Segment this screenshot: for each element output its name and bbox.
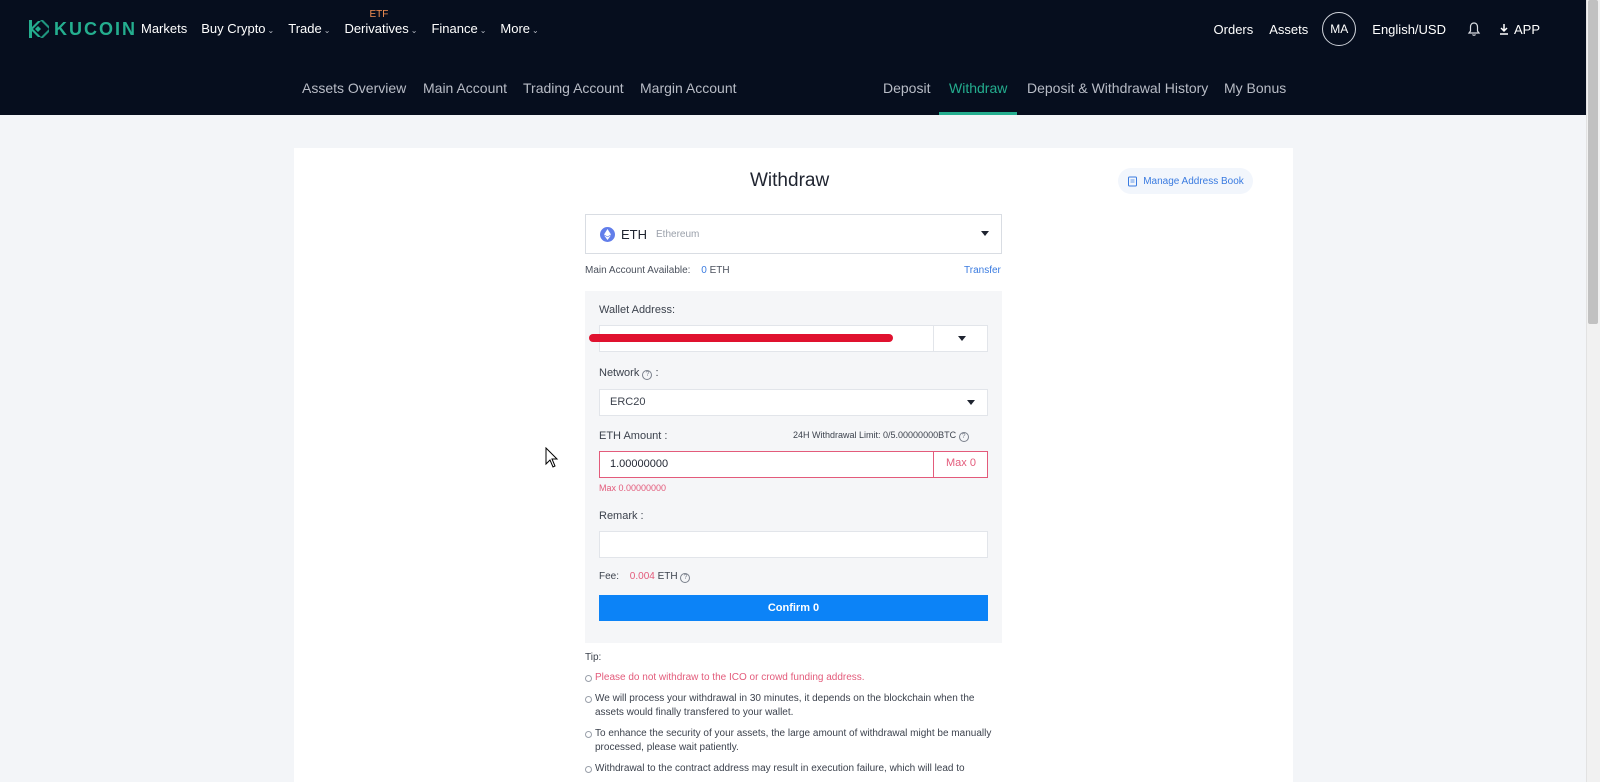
wallet-address-label: Wallet Address: [599, 304, 676, 316]
available-balance: Main Account Available: 0 ETH [585, 265, 730, 276]
transfer-link[interactable]: Transfer [964, 265, 1001, 276]
nav-more[interactable]: More ⌄ [500, 21, 538, 36]
tip-item: Please do not withdraw to the ICO or cro… [585, 671, 1005, 685]
available-label: Main Account Available: [585, 265, 691, 276]
nav-buy-crypto-label: Buy Crypto [201, 21, 266, 36]
app-label: APP [1513, 21, 1540, 37]
help-icon[interactable]: ? [680, 573, 691, 583]
tip-title: Tip: [585, 652, 602, 663]
remark-label: Remark : [599, 510, 644, 522]
amount-input[interactable]: 1.00000000 [599, 451, 988, 478]
redaction-mark [589, 334, 893, 342]
amount-label: ETH Amount : [599, 430, 668, 442]
remark-input[interactable] [599, 531, 988, 558]
confirm-button[interactable]: Confirm 0 [599, 595, 988, 621]
tab-main-account[interactable]: Main Account [423, 80, 507, 96]
chevron-down-icon: ⌄ [532, 26, 539, 35]
help-icon[interactable]: ? [642, 370, 653, 380]
available-value-wrap: 0 ETH [701, 265, 729, 276]
caret-down-icon [967, 399, 975, 405]
header-right: Orders Assets MA English/USD APP [1198, 12, 1540, 46]
tab-trading-account[interactable]: Trading Account [523, 80, 624, 96]
avatar[interactable]: MA [1322, 12, 1357, 46]
assets-link[interactable]: Assets [1269, 22, 1308, 37]
nav-derivatives-label: Derivatives [344, 21, 409, 36]
tip-item: Withdrawal to the contract address may r… [585, 762, 1005, 776]
logo-text: KUCOIN [54, 18, 137, 39]
fee-value: 0.004 [629, 571, 655, 582]
tip-item: We will process your withdrawal in 30 mi… [585, 692, 1005, 720]
nav-derivatives[interactable]: ETF Derivatives ⌄ [344, 9, 418, 36]
network-label-wrap: Network ? : [599, 367, 659, 380]
kucoin-logo-icon [29, 20, 49, 38]
manage-address-book-label: Manage Address Book [1143, 175, 1244, 187]
coin-symbol: ETH [621, 226, 647, 242]
bell-icon[interactable] [1466, 21, 1482, 37]
kucoin-logo[interactable]: KUCOIN [26, 17, 137, 41]
caret-down-icon [958, 335, 966, 341]
nav-buy-crypto[interactable]: Buy Crypto ⌄ [201, 21, 274, 36]
page-scrollbar[interactable] [1586, 0, 1600, 782]
tab-my-bonus[interactable]: My Bonus [1224, 80, 1286, 96]
tab-withdraw[interactable]: Withdraw [949, 80, 1007, 96]
tab-assets-overview[interactable]: Assets Overview [302, 80, 406, 96]
help-icon[interactable]: ? [958, 432, 969, 442]
fee-unit: ETH [657, 571, 678, 582]
amount-error: Max 0.00000000 [599, 483, 667, 493]
top-header: KUCOIN Markets Buy Crypto ⌄ Trade ⌄ ETF Der… [0, 0, 1586, 115]
chevron-down-icon: ⌄ [479, 26, 487, 35]
withdrawal-limit-wrap: 24H Withdrawal Limit: 0/5.00000000BTC ? [793, 430, 969, 442]
address-book-icon [1128, 176, 1138, 186]
withdrawal-limit: 24H Withdrawal Limit: 0/5.00000000BTC [793, 430, 957, 440]
tab-deposit[interactable]: Deposit [883, 80, 930, 96]
address-dropdown-button[interactable] [933, 325, 988, 352]
fee-line: Fee: 0.004 ETH ? [599, 571, 691, 583]
tip-item: To enhance the security of your assets, … [585, 727, 1005, 755]
ethereum-icon [600, 226, 615, 242]
download-icon [1499, 24, 1508, 35]
chevron-down-icon: ⌄ [410, 26, 418, 35]
manage-address-book-button[interactable]: Manage Address Book [1118, 168, 1253, 194]
chevron-down-icon: ⌄ [323, 26, 331, 35]
network-value: ERC20 [610, 396, 646, 408]
nav-finance[interactable]: Finance ⌄ [431, 21, 486, 36]
main-nav: Markets Buy Crypto ⌄ Trade ⌄ ETF Derivative… [141, 9, 553, 36]
page-title: Withdraw [750, 170, 830, 191]
language-selector[interactable]: English/USD [1372, 22, 1446, 37]
available-value: 0 [701, 265, 707, 276]
network-select[interactable]: ERC20 [599, 389, 988, 416]
available-unit: ETH [709, 265, 730, 276]
mouse-cursor-icon [545, 447, 559, 468]
max-button[interactable]: Max 0 [933, 451, 988, 478]
etf-badge: ETF [369, 9, 389, 20]
nav-trade-label: Trade [288, 21, 322, 36]
nav-finance-label: Finance [431, 21, 478, 36]
tab-deposit-withdrawal-history[interactable]: Deposit & Withdrawal History [1027, 80, 1208, 96]
scrollbar-thumb[interactable] [1588, 0, 1598, 324]
tab-margin-account[interactable]: Margin Account [640, 80, 737, 96]
coin-name: Ethereum [656, 228, 700, 240]
nav-markets[interactable]: Markets [141, 21, 187, 36]
nav-markets-label: Markets [141, 21, 188, 36]
fee-label: Fee: [599, 571, 620, 582]
chevron-down-icon: ⌄ [267, 26, 275, 35]
nav-trade[interactable]: Trade ⌄ [288, 21, 330, 36]
active-tab-indicator [939, 112, 1017, 115]
coin-select[interactable]: ETH Ethereum [585, 214, 1002, 254]
network-label: Network [599, 367, 640, 379]
orders-link[interactable]: Orders [1214, 22, 1254, 37]
nav-more-label: More [500, 21, 531, 36]
caret-down-icon [981, 231, 989, 236]
app-download-button[interactable]: APP [1498, 22, 1540, 37]
